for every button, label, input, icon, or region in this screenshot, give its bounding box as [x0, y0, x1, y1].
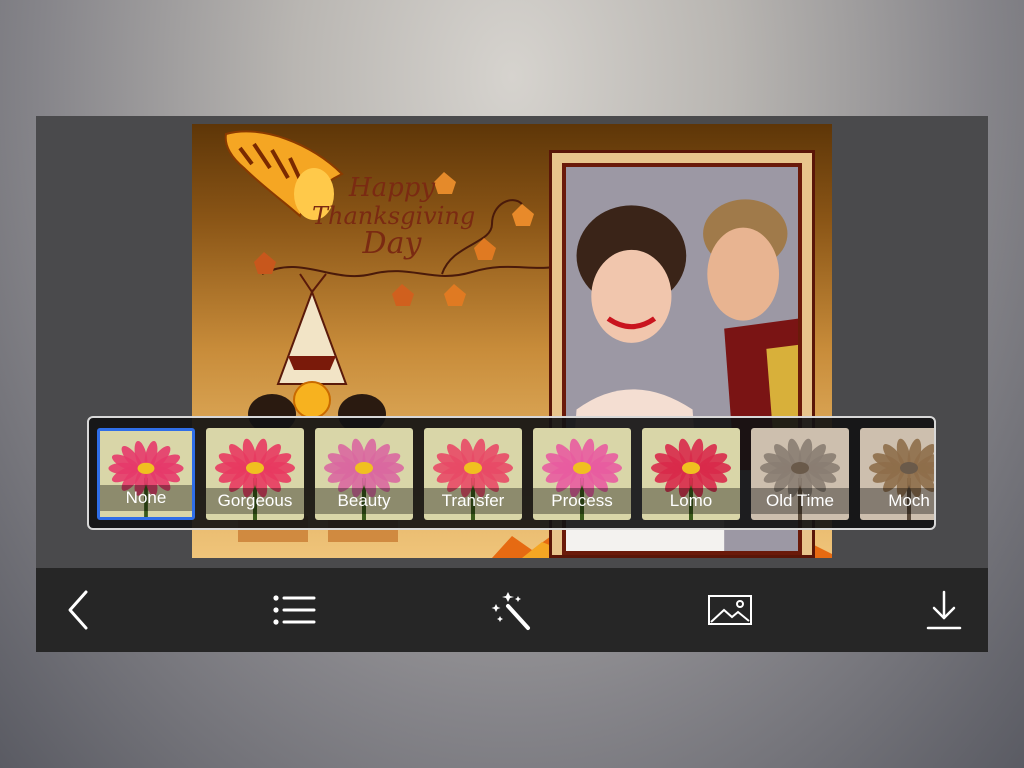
image-icon [708, 595, 752, 625]
greeting-line-happy: Happy [348, 173, 436, 203]
filter-list: None Gorgeous Beauty Transfer Process Lo… [97, 428, 934, 520]
filter-process[interactable]: Process [533, 428, 631, 520]
editor-app: Happy Thanksgiving Day None Gorgeous Bea… [36, 116, 988, 652]
filter-label: Gorgeous [206, 488, 304, 514]
bottom-toolbar [36, 568, 988, 652]
filter-strip[interactable]: None Gorgeous Beauty Transfer Process Lo… [87, 416, 936, 530]
magic-wand-icon [491, 592, 530, 630]
filter-lomo[interactable]: Lomo [642, 428, 740, 520]
back-button[interactable] [56, 588, 104, 632]
effects-button[interactable] [488, 588, 536, 632]
gallery-button[interactable] [706, 588, 754, 632]
list-button[interactable] [270, 588, 318, 632]
download-button[interactable] [920, 588, 968, 632]
filter-label: Lomo [642, 488, 740, 514]
filter-transfer[interactable]: Transfer [424, 428, 522, 520]
filter-label: Beauty [315, 488, 413, 514]
filter-label: Moch [860, 488, 934, 514]
filter-label: Process [533, 488, 631, 514]
chevron-left-icon [68, 590, 88, 630]
filter-old-time[interactable]: Old Time [751, 428, 849, 520]
greeting-line-day: Day [362, 226, 422, 261]
filter-none[interactable]: None [97, 428, 195, 520]
filter-label: Transfer [424, 488, 522, 514]
filter-beauty[interactable]: Beauty [315, 428, 413, 520]
list-icon [273, 595, 316, 625]
filter-label: Old Time [751, 488, 849, 514]
filter-label: None [100, 485, 192, 511]
greeting-text: Happy Thanksgiving Day [312, 173, 475, 261]
filter-gorgeous[interactable]: Gorgeous [206, 428, 304, 520]
filter-moch[interactable]: Moch [860, 428, 934, 520]
download-icon [926, 590, 962, 630]
